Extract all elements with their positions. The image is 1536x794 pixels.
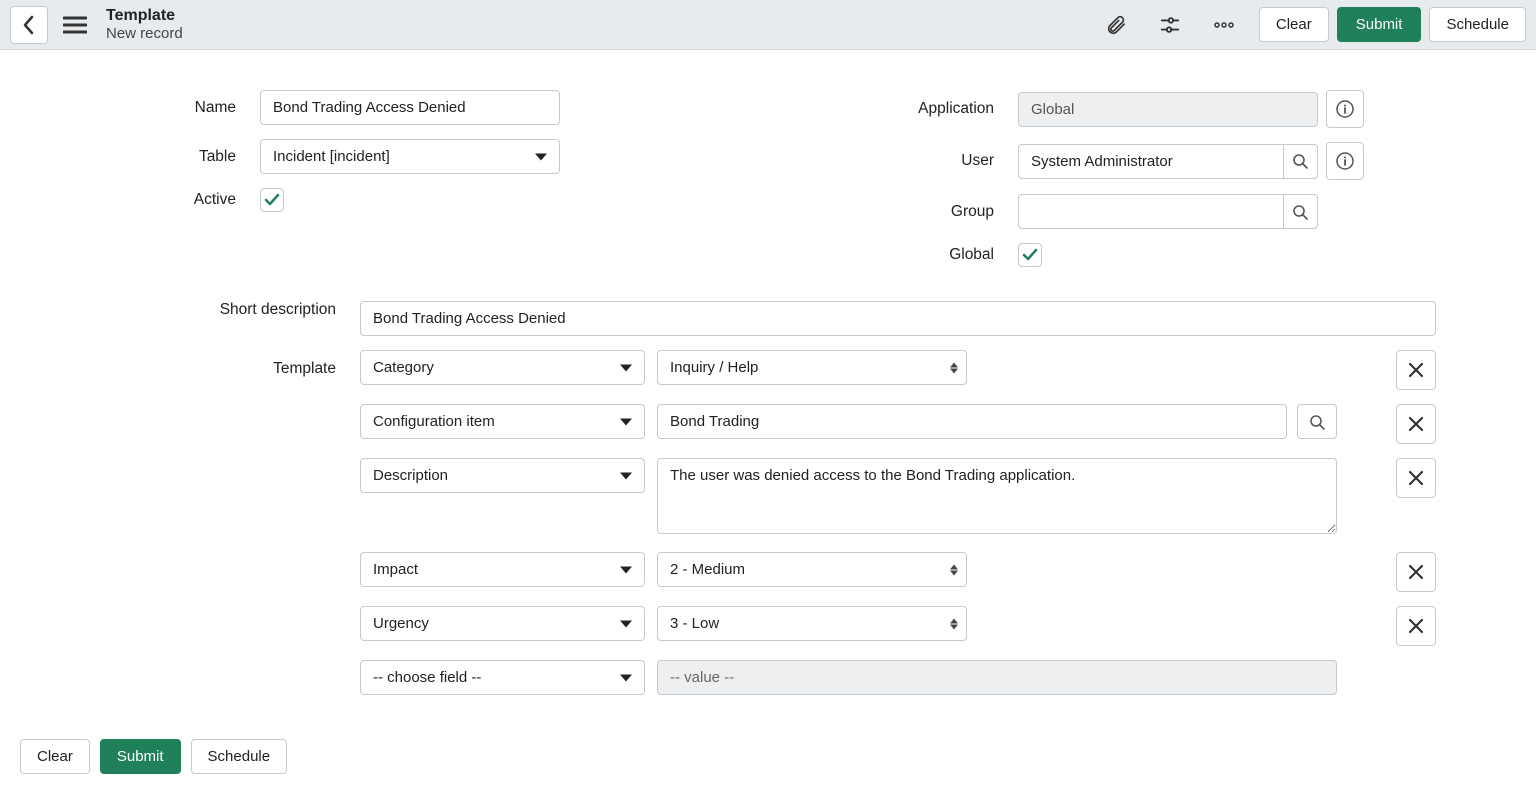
info-icon [1336, 152, 1354, 170]
application-input [1018, 92, 1318, 127]
template-field-select[interactable]: Category [360, 350, 645, 385]
more-button[interactable] [1205, 6, 1243, 44]
template-row: Urgency 3 - Low [360, 606, 1436, 646]
schedule-button-bottom[interactable]: Schedule [191, 739, 288, 774]
clear-button-top[interactable]: Clear [1259, 7, 1329, 42]
template-value-textarea[interactable] [657, 458, 1337, 534]
active-label: Active [100, 191, 260, 209]
global-checkbox[interactable] [1018, 243, 1042, 267]
more-icon [1213, 21, 1235, 29]
template-field-select[interactable]: Urgency [360, 606, 645, 641]
short-desc-input[interactable] [360, 301, 1436, 336]
user-lookup-button[interactable] [1283, 144, 1318, 179]
application-label: Application [858, 100, 1018, 118]
user-label: User [858, 152, 1018, 170]
template-value-select[interactable]: 2 - Medium [657, 552, 967, 587]
active-checkbox[interactable] [260, 188, 284, 212]
form-header: Template New record Clear Submit Schedul… [0, 0, 1536, 50]
template-value-select[interactable]: 3 - Low [657, 606, 967, 641]
template-label: Template [100, 350, 360, 378]
chevron-left-icon [22, 15, 36, 35]
template-value-reference[interactable] [657, 404, 1287, 439]
form-body: Name Table Incident [incident] Active [0, 50, 1536, 729]
template-row: Description [360, 458, 1436, 538]
table-label: Table [100, 148, 260, 166]
header-title: Template [106, 7, 183, 25]
back-button[interactable] [10, 6, 48, 44]
template-field-select[interactable]: Configuration item [360, 404, 645, 439]
template-row-new: -- choose field -- -- value -- [360, 660, 1436, 695]
personalize-button[interactable] [1151, 6, 1189, 44]
remove-row-button[interactable] [1396, 404, 1436, 444]
check-icon [264, 192, 280, 208]
remove-row-button[interactable] [1396, 606, 1436, 646]
template-value-placeholder: -- value -- [657, 660, 1337, 695]
table-select[interactable]: Incident [incident] [260, 139, 560, 174]
close-icon [1408, 416, 1424, 432]
close-icon [1408, 362, 1424, 378]
table-select-value: Incident [incident] [273, 148, 390, 165]
short-desc-label: Short description [100, 301, 360, 319]
search-icon [1309, 414, 1325, 430]
global-label: Global [858, 246, 1018, 264]
group-lookup-button[interactable] [1283, 194, 1318, 229]
submit-button-top[interactable]: Submit [1337, 7, 1422, 42]
hamburger-icon [63, 15, 87, 35]
attachment-button[interactable] [1097, 6, 1135, 44]
remove-row-button[interactable] [1396, 350, 1436, 390]
name-label: Name [100, 99, 260, 117]
template-row: Configuration item [360, 404, 1436, 444]
sliders-icon [1159, 14, 1181, 36]
close-icon [1408, 564, 1424, 580]
close-icon [1408, 618, 1424, 634]
group-input[interactable] [1018, 194, 1283, 229]
schedule-button-top[interactable]: Schedule [1429, 7, 1526, 42]
search-icon [1292, 204, 1308, 220]
template-row: Impact 2 - Medium [360, 552, 1436, 592]
group-label: Group [858, 203, 1018, 221]
header-title-block: Template New record [106, 7, 183, 42]
header-subtitle: New record [106, 25, 183, 42]
info-icon [1336, 100, 1354, 118]
paperclip-icon [1105, 14, 1127, 36]
name-input[interactable] [260, 90, 560, 125]
clear-button-bottom[interactable]: Clear [20, 739, 90, 774]
template-field-select[interactable]: Description [360, 458, 645, 493]
template-field-select[interactable]: Impact [360, 552, 645, 587]
application-info-button[interactable] [1326, 90, 1364, 128]
remove-row-button[interactable] [1396, 458, 1436, 498]
template-value-lookup-button[interactable] [1297, 404, 1337, 439]
user-info-button[interactable] [1326, 142, 1364, 180]
user-input[interactable] [1018, 144, 1283, 179]
check-icon [1022, 247, 1038, 263]
menu-button[interactable] [56, 6, 94, 44]
submit-button-bottom[interactable]: Submit [100, 739, 181, 774]
close-icon [1408, 470, 1424, 486]
remove-row-button[interactable] [1396, 552, 1436, 592]
template-row: Category Inquiry / Help [360, 350, 1436, 390]
template-value-select[interactable]: Inquiry / Help [657, 350, 967, 385]
search-icon [1292, 153, 1308, 169]
template-field-select-new[interactable]: -- choose field -- [360, 660, 645, 695]
